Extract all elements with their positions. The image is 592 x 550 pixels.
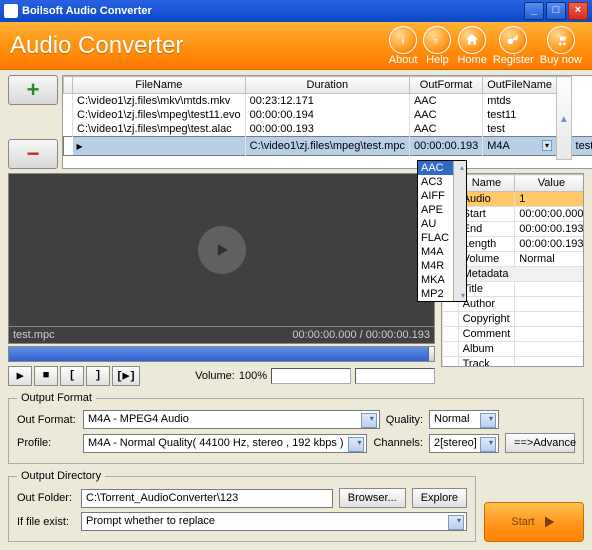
volume-slider-2[interactable] <box>355 368 435 384</box>
about-button[interactable]: About <box>389 26 418 66</box>
format-dropdown-toggle[interactable]: ▾ <box>542 140 552 151</box>
browse-button[interactable]: Browser... <box>339 488 406 508</box>
table-row: C:\video1\zj.files\mpeg\test11.evo00:00:… <box>64 108 592 122</box>
svg-text:?: ? <box>434 37 438 46</box>
output-format-legend: Output Format <box>17 392 96 404</box>
prop-metadata: Metadata <box>458 267 584 282</box>
file-list[interactable]: FileName Duration OutFormat OutFileName … <box>62 75 592 169</box>
add-file-button[interactable]: + <box>8 75 58 105</box>
scrollbar[interactable]: ▴ <box>557 77 572 160</box>
advance-button[interactable]: ==>Advance <box>505 433 575 453</box>
remove-file-button[interactable]: − <box>8 139 58 169</box>
out-format-select[interactable]: M4A - MPEG4 Audio <box>83 410 380 429</box>
home-icon <box>464 32 480 48</box>
if-exist-label: If file exist: <box>17 516 75 528</box>
help-icon: ? <box>429 32 445 48</box>
buy-button[interactable]: Buy now <box>540 26 582 66</box>
col-value: Value <box>515 175 584 192</box>
table-row: C:\video1\zj.files\mkv\mtds.mkv00:23:12.… <box>64 94 592 109</box>
profile-select[interactable]: M4A - Normal Quality( 44100 Hz, stereo ,… <box>83 434 367 453</box>
preview-play-icon <box>198 226 246 274</box>
out-folder-label: Out Folder: <box>17 492 75 504</box>
close-button[interactable]: × <box>568 2 588 20</box>
col-filename[interactable]: FileName <box>73 77 246 94</box>
video-preview <box>8 173 435 327</box>
out-folder-input[interactable]: C:\Torrent_AudioConverter\123 <box>81 489 333 508</box>
volume-value: 100% <box>239 370 267 382</box>
window-title: Boilsoft Audio Converter <box>22 5 152 17</box>
col-outformat[interactable]: OutFormat <box>409 77 482 94</box>
channels-label: Channels: <box>373 437 423 449</box>
scrollbar[interactable]: ▴▾ <box>453 161 466 301</box>
col-duration[interactable]: Duration <box>245 77 409 94</box>
table-row: C:\video1\zj.files\mpeg\test.alac00:00:0… <box>64 122 592 137</box>
app-icon <box>4 4 18 18</box>
quality-select[interactable]: Normal <box>429 410 499 429</box>
explore-button[interactable]: Explore <box>412 488 467 508</box>
app-title: Audio Converter <box>10 32 383 60</box>
maximize-button[interactable]: □ <box>546 2 566 20</box>
format-dropdown-list[interactable]: AAC AC3 AIFF APE AU FLAC M4A M4R MKA MP2… <box>417 160 467 302</box>
if-exist-select[interactable]: Prompt whether to replace <box>81 512 467 531</box>
app-header: Audio Converter About ?Help Home Registe… <box>0 22 592 70</box>
preview-filename: test.mpc <box>13 329 55 341</box>
start-button[interactable]: Start <box>484 502 584 542</box>
quality-label: Quality: <box>386 414 423 426</box>
preview-time: 00:00:00.000 / 00:00:00.193 <box>292 329 430 341</box>
volume-label: Volume: <box>195 370 235 382</box>
stop-button[interactable]: ■ <box>34 366 58 386</box>
play-icon <box>541 514 557 530</box>
output-directory-legend: Output Directory <box>17 470 105 482</box>
volume-slider[interactable] <box>271 368 351 384</box>
play-button[interactable]: ▶ <box>8 366 32 386</box>
out-format-label: Out Format: <box>17 414 77 426</box>
output-format-group: Output Format Out Format: M4A - MPEG4 Au… <box>8 392 584 464</box>
channels-select[interactable]: 2[stereo] <box>429 434 499 453</box>
help-button[interactable]: ?Help <box>423 26 451 66</box>
mark-in-button[interactable]: [ <box>60 366 84 386</box>
seek-slider[interactable] <box>8 346 435 362</box>
output-directory-group: Output Directory Out Folder: C:\Torrent_… <box>8 470 476 542</box>
title-bar: Boilsoft Audio Converter _ □ × <box>0 0 592 22</box>
profile-label: Profile: <box>17 437 77 449</box>
cart-icon <box>553 32 569 48</box>
info-icon <box>395 32 411 48</box>
col-outfilename[interactable]: OutFileName <box>483 77 557 94</box>
table-row-selected: ▶C:\video1\zj.files\mpeg\test.mpc00:00:0… <box>64 137 592 156</box>
register-button[interactable]: Register <box>493 26 534 66</box>
mark-out-button[interactable]: ] <box>86 366 110 386</box>
home-button[interactable]: Home <box>457 26 486 66</box>
key-icon <box>505 32 521 48</box>
next-mark-button[interactable]: [▶] <box>112 366 140 386</box>
minimize-button[interactable]: _ <box>524 2 544 20</box>
